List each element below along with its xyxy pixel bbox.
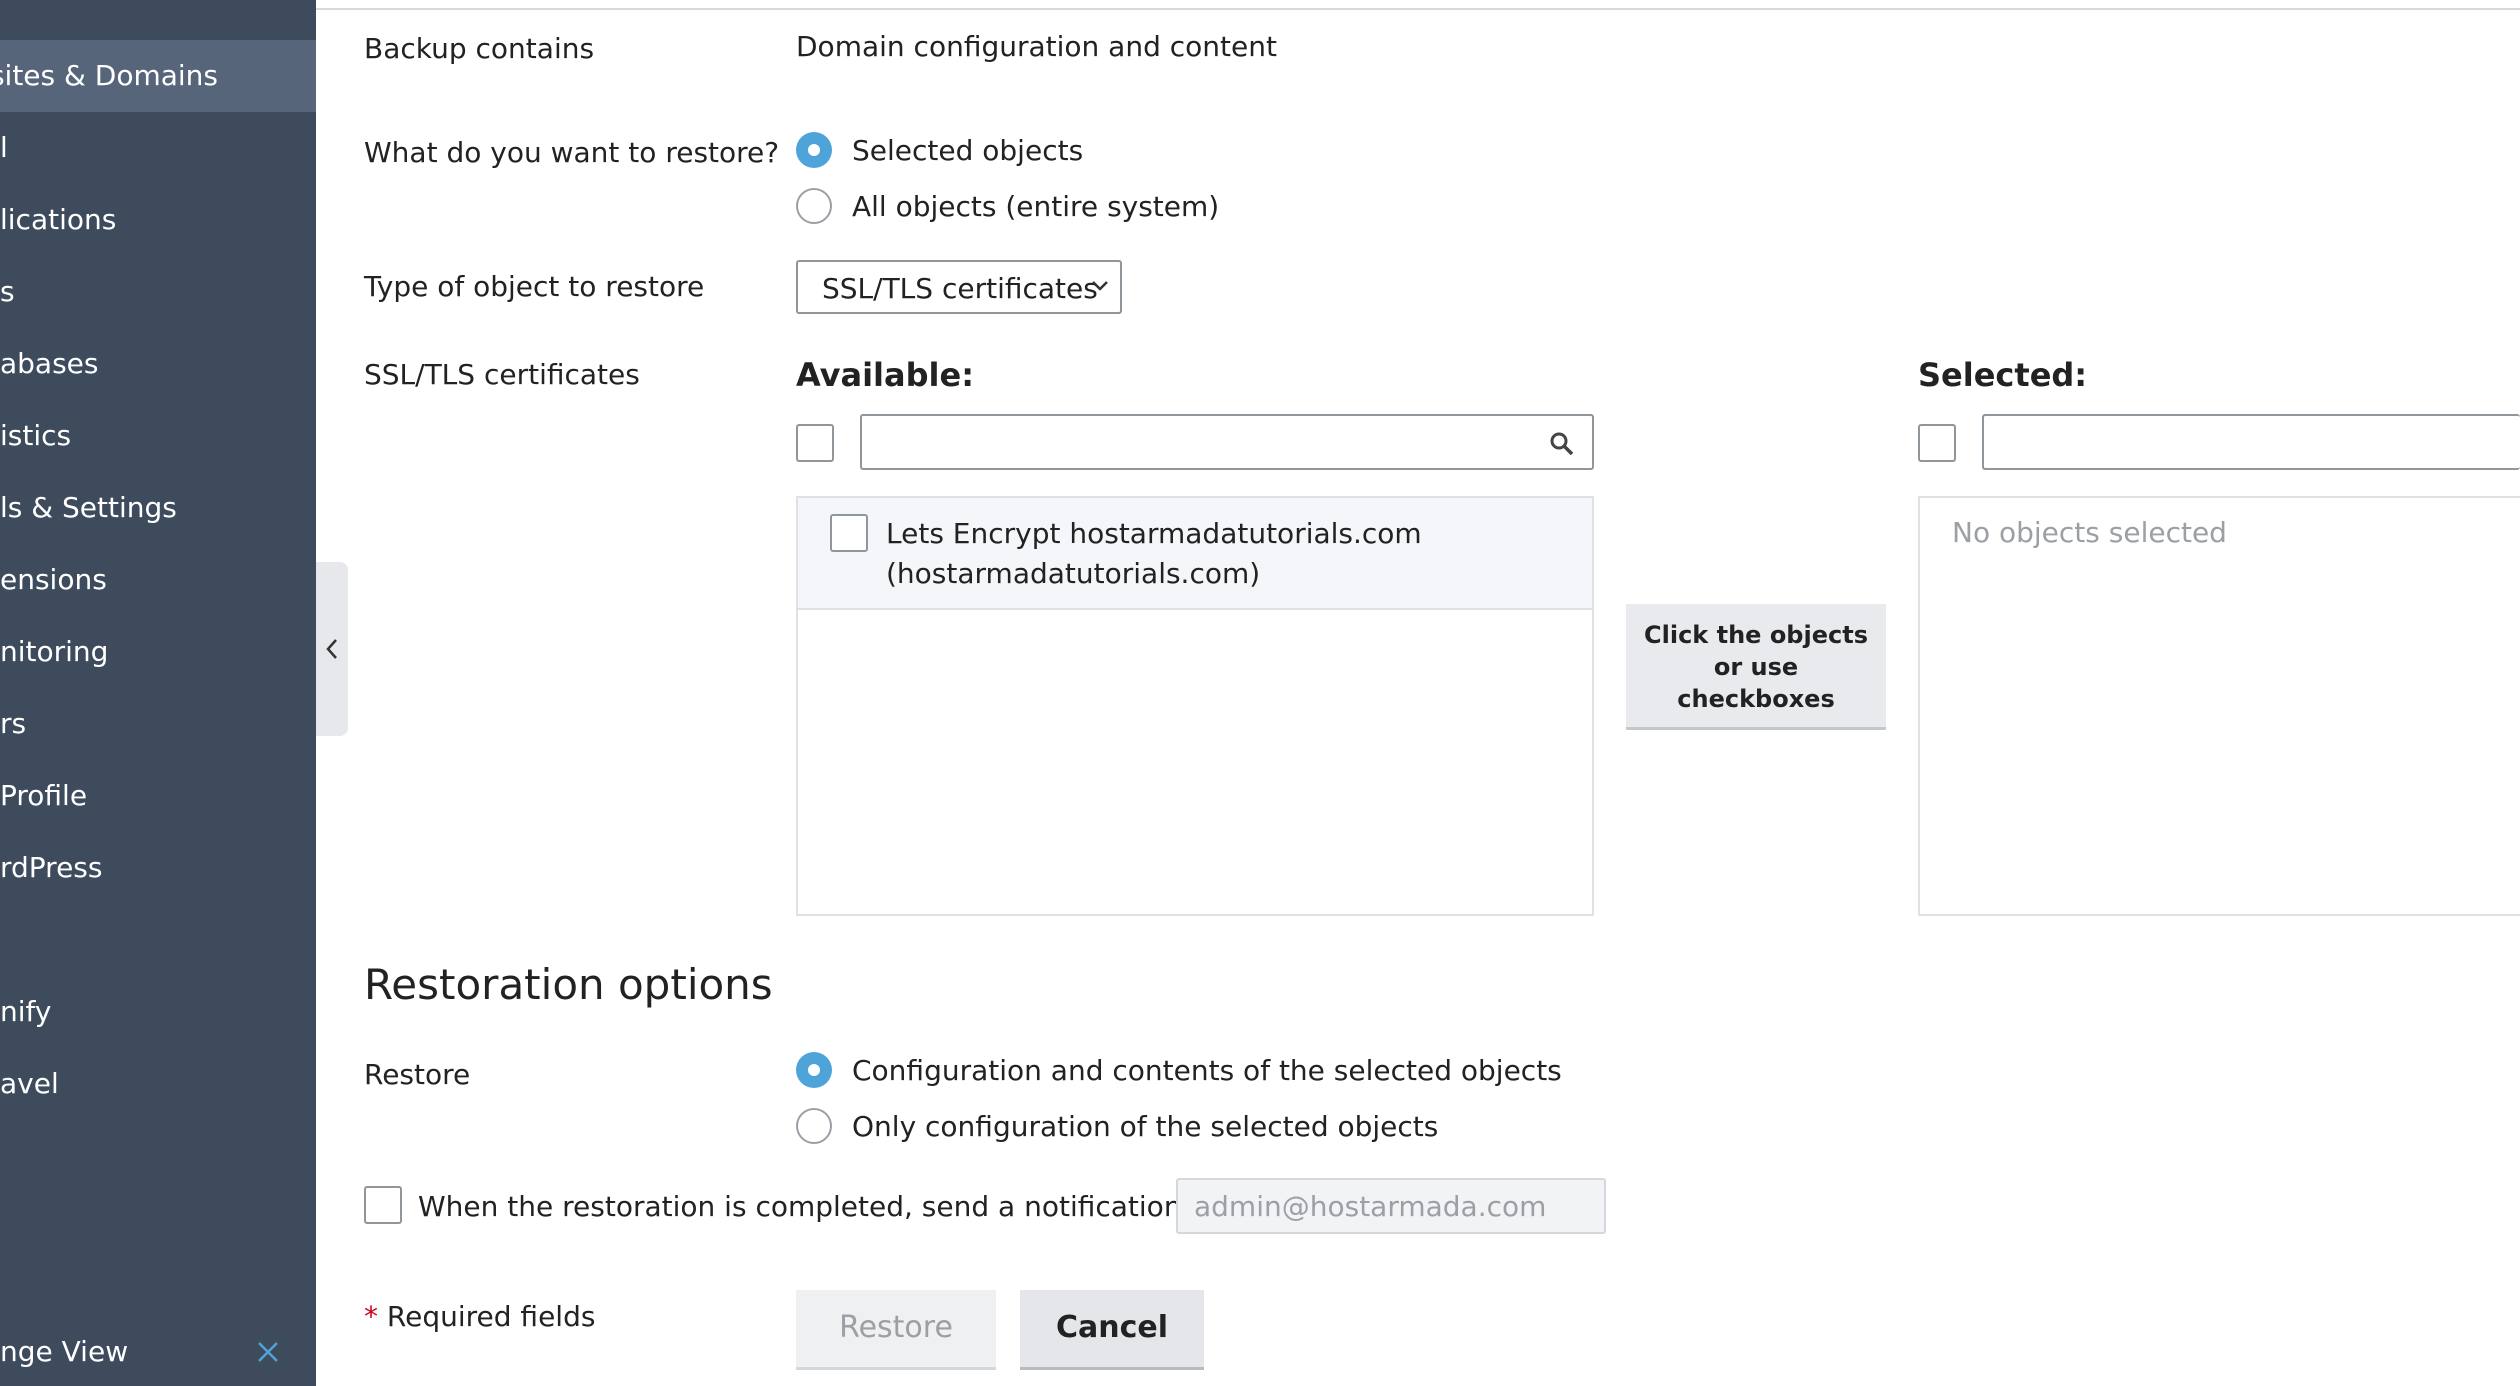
move-objects-line1: Click the objects <box>1644 621 1868 649</box>
sidebar-item-imunify[interactable]: nify <box>0 976 316 1048</box>
backup-contains-label: Backup contains <box>364 32 595 65</box>
radio-config-only-label[interactable]: Only configuration of the selected objec… <box>852 1110 1438 1143</box>
sidebar-item-label: rdPress <box>0 851 103 884</box>
sidebar-item-label: nitoring <box>0 635 109 668</box>
sidebar-item-tools-settings[interactable]: ls & Settings <box>0 472 316 544</box>
sidebar-item-databases[interactable]: abases <box>0 328 316 400</box>
list-item-line2: (hostarmadatutorials.com) <box>886 557 1261 590</box>
selected-heading: Selected: <box>1918 356 2088 394</box>
radio-all-objects-label[interactable]: All objects (entire system) <box>852 190 1219 223</box>
object-type-select-value: SSL/TLS certificates <box>822 272 1098 305</box>
radio-config-only[interactable] <box>796 1108 832 1144</box>
sidebar: osites & Domains l lications s abases is… <box>0 0 316 1386</box>
sidebar-item-mail[interactable]: l <box>0 112 316 184</box>
notify-email-placeholder: admin@hostarmada.com <box>1194 1190 1547 1223</box>
selected-search-input[interactable] <box>1982 414 2520 470</box>
move-objects-line2: or use <box>1713 653 1799 681</box>
required-fields-text: Required fields <box>386 1300 596 1333</box>
restore-label: Restore <box>364 1058 471 1091</box>
sidebar-item-label: Profile <box>0 779 88 812</box>
search-icon <box>1550 432 1574 456</box>
sidebar-item-label: l <box>0 131 8 164</box>
change-view-label: nge View <box>0 1335 129 1368</box>
selected-list: No objects selected <box>1918 496 2520 916</box>
radio-all-objects[interactable] <box>796 188 832 224</box>
top-divider <box>316 8 2520 10</box>
sidebar-item-label: lications <box>0 203 117 236</box>
available-list: Lets Encrypt hostarmadatutorials.com (ho… <box>796 496 1594 916</box>
restore-what-label: What do you want to restore? <box>364 136 780 169</box>
sidebar-item-users[interactable]: rs <box>0 688 316 760</box>
notify-email-input[interactable]: admin@hostarmada.com <box>1176 1178 1606 1234</box>
restoration-options-title: Restoration options <box>364 960 773 1009</box>
list-item-label: Lets Encrypt hostarmadatutorials.com (ho… <box>886 514 1422 594</box>
notify-checkbox[interactable] <box>364 1186 402 1224</box>
cancel-button[interactable]: Cancel <box>1020 1290 1204 1370</box>
sidebar-item-files[interactable]: s <box>0 256 316 328</box>
sidebar-item-applications[interactable]: lications <box>0 184 316 256</box>
sidebar-item-label: osites & Domains <box>0 59 218 92</box>
sidebar-item-laravel[interactable]: avel <box>0 1048 316 1120</box>
list-item[interactable]: Lets Encrypt hostarmadatutorials.com (ho… <box>798 498 1592 610</box>
sidebar-collapse-toggle[interactable] <box>316 562 348 736</box>
backup-contains-value: Domain configuration and content <box>796 30 1277 63</box>
sidebar-item-statistics[interactable]: istics <box>0 400 316 472</box>
list-item-checkbox[interactable] <box>830 514 868 552</box>
object-type-select[interactable]: SSL/TLS certificates <box>796 260 1122 314</box>
list-item-line1: Lets Encrypt hostarmadatutorials.com <box>886 517 1422 550</box>
sidebar-item-label: s <box>0 275 15 308</box>
sidebar-item-label: rs <box>0 707 27 740</box>
available-select-all-checkbox[interactable] <box>796 424 834 462</box>
sidebar-item-label: abases <box>0 347 99 380</box>
available-heading: Available: <box>796 356 974 394</box>
required-fields-note: * Required fields <box>364 1300 595 1333</box>
radio-config-and-contents-label[interactable]: Configuration and contents of the select… <box>852 1054 1562 1087</box>
sidebar-item-label: avel <box>0 1067 59 1100</box>
available-search-input[interactable] <box>860 414 1594 470</box>
sidebar-item-extensions[interactable]: ensions <box>0 544 316 616</box>
move-objects-button[interactable]: Click the objects or use checkboxes <box>1626 604 1886 730</box>
sidebar-item-label: ensions <box>0 563 107 596</box>
move-objects-line3: checkboxes <box>1677 685 1835 713</box>
sidebar-item-label: istics <box>0 419 72 452</box>
close-icon[interactable] <box>256 1340 280 1364</box>
radio-selected-objects[interactable] <box>796 132 832 168</box>
restore-button[interactable]: Restore <box>796 1290 996 1370</box>
selected-select-all-checkbox[interactable] <box>1918 424 1956 462</box>
radio-selected-objects-label[interactable]: Selected objects <box>852 134 1083 167</box>
radio-config-and-contents[interactable] <box>796 1052 832 1088</box>
notify-label: When the restoration is completed, send … <box>418 1190 1219 1223</box>
sidebar-item-label: nify <box>0 995 52 1028</box>
sidebar-item-monitoring[interactable]: nitoring <box>0 616 316 688</box>
sidebar-item-websites-domains[interactable]: osites & Domains <box>0 40 316 112</box>
change-view-bar[interactable]: nge View <box>0 1318 316 1386</box>
sidebar-item-wordpress[interactable]: rdPress <box>0 832 316 904</box>
required-star: * <box>364 1300 378 1333</box>
certs-label: SSL/TLS certificates <box>364 358 640 391</box>
selected-empty-text: No objects selected <box>1952 516 2227 549</box>
object-type-label: Type of object to restore <box>364 270 705 303</box>
sidebar-item-label: ls & Settings <box>0 491 177 524</box>
sidebar-item-my-profile[interactable]: Profile <box>0 760 316 832</box>
chevron-left-icon <box>326 639 337 659</box>
chevron-down-icon <box>1092 281 1108 291</box>
